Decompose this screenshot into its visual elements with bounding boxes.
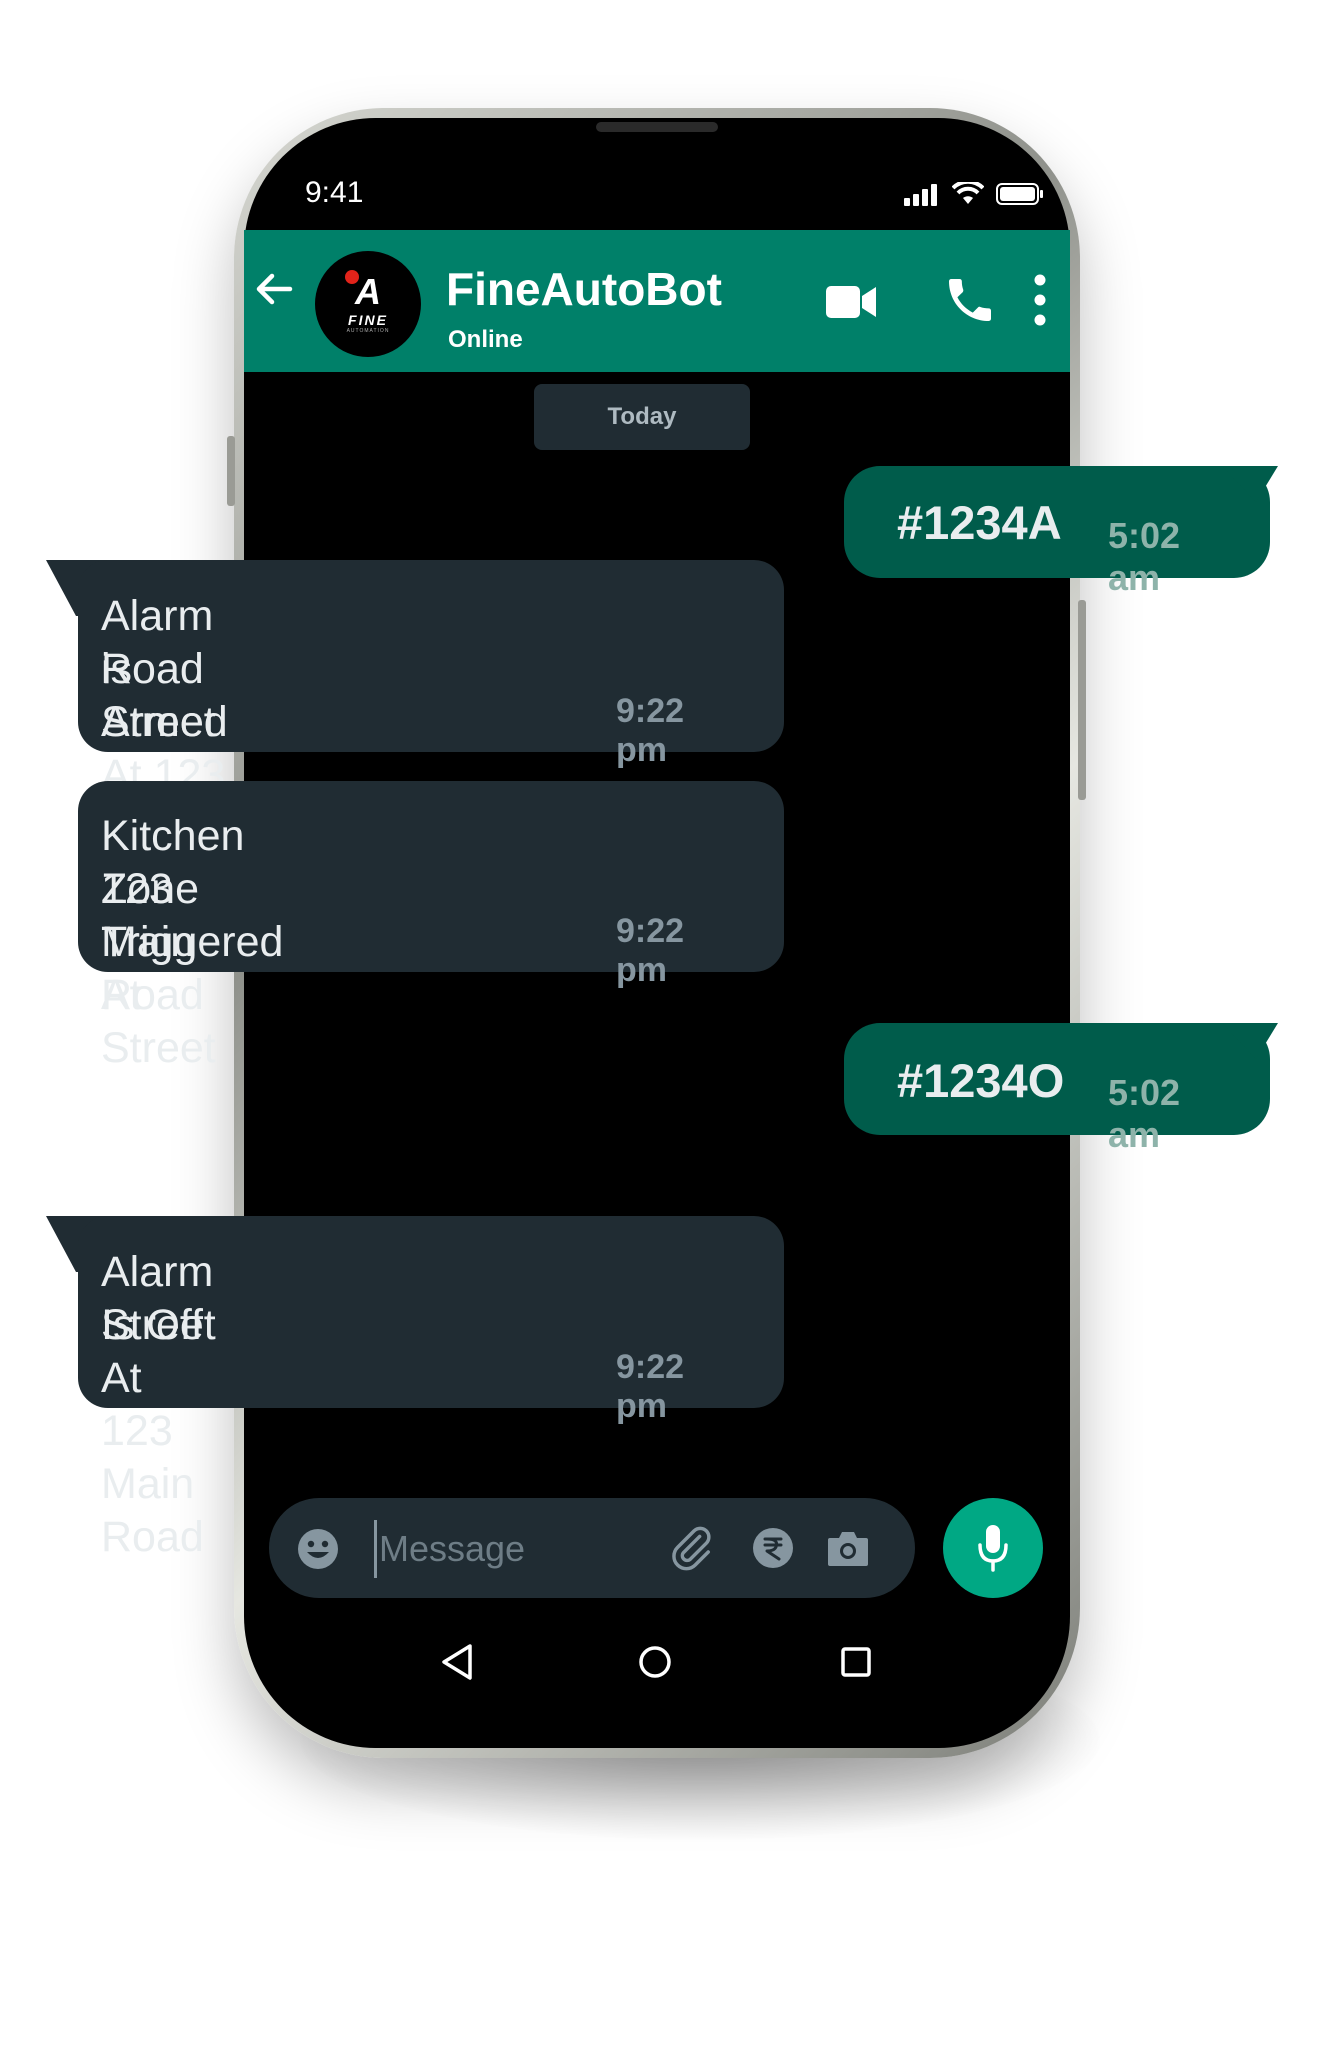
- emoji-icon[interactable]: [297, 1528, 339, 1570]
- message-time: 9:22 pm: [616, 692, 685, 769]
- contact-status: Online: [448, 326, 523, 353]
- message-text-line-2: Street: [101, 1301, 216, 1349]
- side-button-right: [1078, 600, 1086, 800]
- mic-icon: [978, 1525, 1008, 1572]
- mic-button[interactable]: [943, 1498, 1043, 1598]
- message-text-line-1: Alarm Is Off At 123 Main Road: [101, 1248, 214, 1561]
- avatar-logo: A: [345, 270, 381, 310]
- message-text: #1234O: [897, 1054, 1065, 1107]
- phone-call-icon[interactable]: [942, 272, 998, 328]
- rupee-payment-icon[interactable]: [752, 1527, 794, 1569]
- back-arrow-icon[interactable]: [250, 264, 300, 314]
- status-icons: [904, 182, 1044, 206]
- status-time: 9:41: [305, 176, 364, 209]
- avatar-logo-dot: [345, 270, 359, 284]
- message-time: 5:02 am: [1108, 1072, 1181, 1155]
- signal-icon: [904, 184, 937, 206]
- contact-avatar[interactable]: A FINE AUTOMATION: [315, 251, 421, 357]
- back-triangle-icon[interactable]: [440, 1643, 474, 1681]
- wifi-icon: [952, 182, 984, 204]
- message-time: 9:22 pm: [616, 1348, 685, 1425]
- message-text-line-2: Road Street: [101, 645, 216, 746]
- message-input[interactable]: [374, 1520, 641, 1578]
- video-call-icon[interactable]: [826, 282, 878, 322]
- home-circle-icon[interactable]: [638, 1645, 672, 1679]
- message-text: #1234A: [897, 496, 1062, 549]
- speaker-notch: [596, 122, 718, 132]
- attach-icon[interactable]: [668, 1522, 714, 1572]
- side-button-left: [227, 436, 235, 506]
- battery-icon: [996, 183, 1043, 205]
- camera-icon[interactable]: [826, 1528, 870, 1568]
- message-time: 9:22 pm: [616, 912, 685, 989]
- recents-square-icon[interactable]: [840, 1646, 872, 1678]
- avatar-brand-text: FINE: [348, 312, 388, 328]
- message-text-line-2: 123 Main Road Street: [101, 865, 216, 1072]
- date-chip-today: Today: [534, 384, 750, 450]
- more-options-icon[interactable]: [1030, 270, 1050, 330]
- contact-name[interactable]: FineAutoBot: [446, 262, 722, 316]
- avatar-brand-subtext: AUTOMATION: [346, 328, 390, 334]
- message-time: 5:02 am: [1108, 515, 1181, 598]
